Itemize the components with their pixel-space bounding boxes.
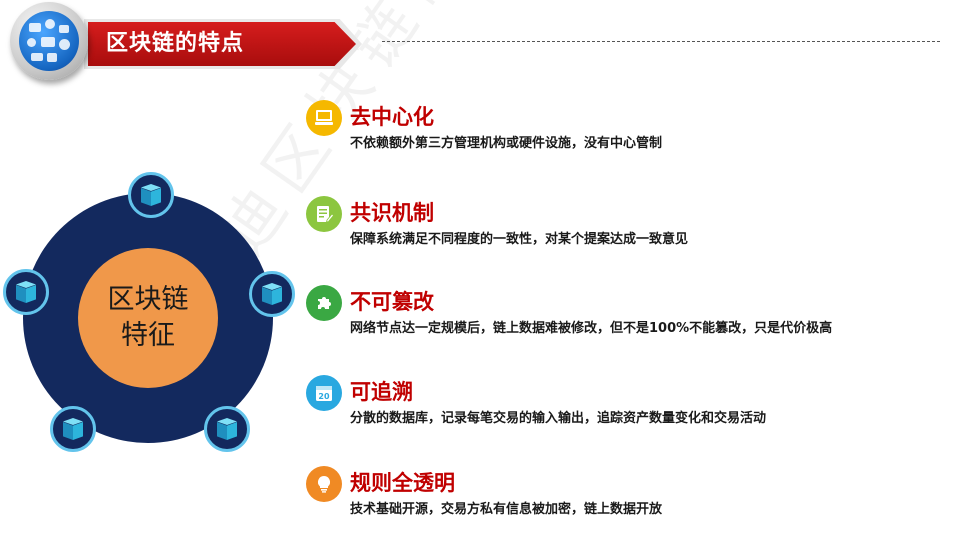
blockchain-cube-icon <box>50 406 96 452</box>
feature-item-transparent: 规则全透明 技术基础开源，交易方私有信息被加密，链上数据开放 <box>306 466 946 526</box>
feature-description: 网络节点达一定规模后，链上数据难被修改，但不是100%不能篡改，只是代价极高 <box>350 321 833 336</box>
feature-title: 去中心化 <box>350 105 434 129</box>
feature-item-decentralized: 去中心化 不依赖额外第三方管理机构或硬件设施，没有中心管制 <box>306 100 946 160</box>
feature-item-consensus: 共识机制 保障系统满足不同程度的一致性，对某个提案达成一致意见 <box>306 196 946 256</box>
feature-item-immutable: 不可篡改 网络节点达一定规模后，链上数据难被修改，但不是100%不能篡改，只是代… <box>306 285 946 345</box>
blockchain-cube-icon <box>3 269 49 315</box>
puzzle-icon <box>306 285 342 321</box>
blockchain-cube-icon <box>249 271 295 317</box>
calendar-icon: 20 <box>306 375 342 411</box>
blockchain-cube-icon <box>204 406 250 452</box>
svg-text:20: 20 <box>318 392 330 401</box>
feature-description: 分散的数据库，记录每笔交易的输入输出，追踪资产数量变化和交易活动 <box>350 411 767 426</box>
feature-title: 共识机制 <box>350 201 434 225</box>
center-label-line2: 特征 <box>121 320 175 351</box>
feature-description: 保障系统满足不同程度的一致性，对某个提案达成一致意见 <box>350 232 689 247</box>
blockchain-cube-icon <box>128 172 174 218</box>
feature-description: 技术基础开源，交易方私有信息被加密，链上数据开放 <box>350 502 663 517</box>
center-label-line1: 区块链 <box>107 284 189 315</box>
feature-title: 规则全透明 <box>350 471 455 495</box>
feature-description: 不依赖额外第三方管理机构或硬件设施，没有中心管制 <box>350 136 663 151</box>
header-divider <box>382 41 940 42</box>
document-edit-icon <box>306 196 342 232</box>
page-title: 区块链的特点 <box>106 31 245 56</box>
center-circle: 区块链 特征 <box>78 248 218 388</box>
feature-title: 不可篡改 <box>350 290 434 314</box>
feature-title: 可追溯 <box>350 380 413 404</box>
computer-icon <box>306 100 342 136</box>
header-logo <box>10 2 88 80</box>
lightbulb-icon <box>306 466 342 502</box>
network-apps-icon <box>19 11 79 71</box>
feature-item-traceable: 20 可追溯 分散的数据库，记录每笔交易的输入输出，追踪资产数量变化和交易活动 <box>306 375 946 435</box>
